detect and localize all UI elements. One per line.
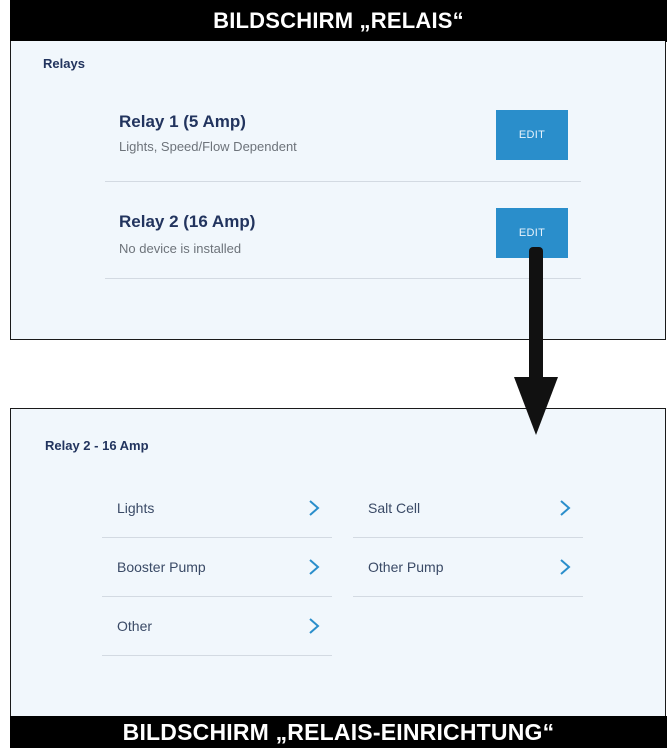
chevron-right-icon <box>309 559 320 575</box>
chevron-right-icon <box>560 500 571 516</box>
device-options-left: Lights Booster Pump Other <box>102 479 332 656</box>
relay-row-1: Relay 1 (5 Amp) Lights, Speed/Flow Depen… <box>105 90 581 182</box>
option-label: Other <box>117 618 153 634</box>
option-label: Booster Pump <box>117 559 206 575</box>
option-label: Lights <box>117 500 155 516</box>
relay-description: Lights, Speed/Flow Dependent <box>119 139 297 154</box>
option-booster-pump[interactable]: Booster Pump <box>102 538 332 597</box>
device-options-right: Salt Cell Other Pump <box>353 479 583 597</box>
relays-screen: Relays Relay 1 (5 Amp) Lights, Speed/Flo… <box>10 41 666 340</box>
option-label: Salt Cell <box>368 500 421 516</box>
screen-caption-relay-setup: BILDSCHIRM „RELAIS-EINRICHTUNG“ <box>10 716 667 748</box>
option-lights[interactable]: Lights <box>102 479 332 538</box>
chevron-right-icon <box>309 500 320 516</box>
chevron-right-icon <box>560 559 571 575</box>
relay-name: Relay 1 (5 Amp) <box>119 112 246 131</box>
relay-description: No device is installed <box>119 241 242 256</box>
page-title: Relays <box>43 56 85 71</box>
screen-caption-relays: BILDSCHIRM „RELAIS“ <box>10 0 667 42</box>
option-other-pump[interactable]: Other Pump <box>353 538 583 597</box>
option-other[interactable]: Other <box>102 597 332 656</box>
relay-row-2: Relay 2 (16 Amp) No device is installed … <box>105 187 581 279</box>
down-arrow-icon <box>514 247 558 435</box>
page-title: Relay 2 - 16 Amp <box>45 438 149 453</box>
relay-setup-screen: Relay 2 - 16 Amp Lights Booster Pump Oth… <box>10 408 666 717</box>
option-label: Other Pump <box>368 559 444 575</box>
option-salt-cell[interactable]: Salt Cell <box>353 479 583 538</box>
chevron-right-icon <box>309 618 320 634</box>
edit-relay-1-button[interactable]: EDIT <box>496 110 568 160</box>
relay-name: Relay 2 (16 Amp) <box>119 212 256 231</box>
